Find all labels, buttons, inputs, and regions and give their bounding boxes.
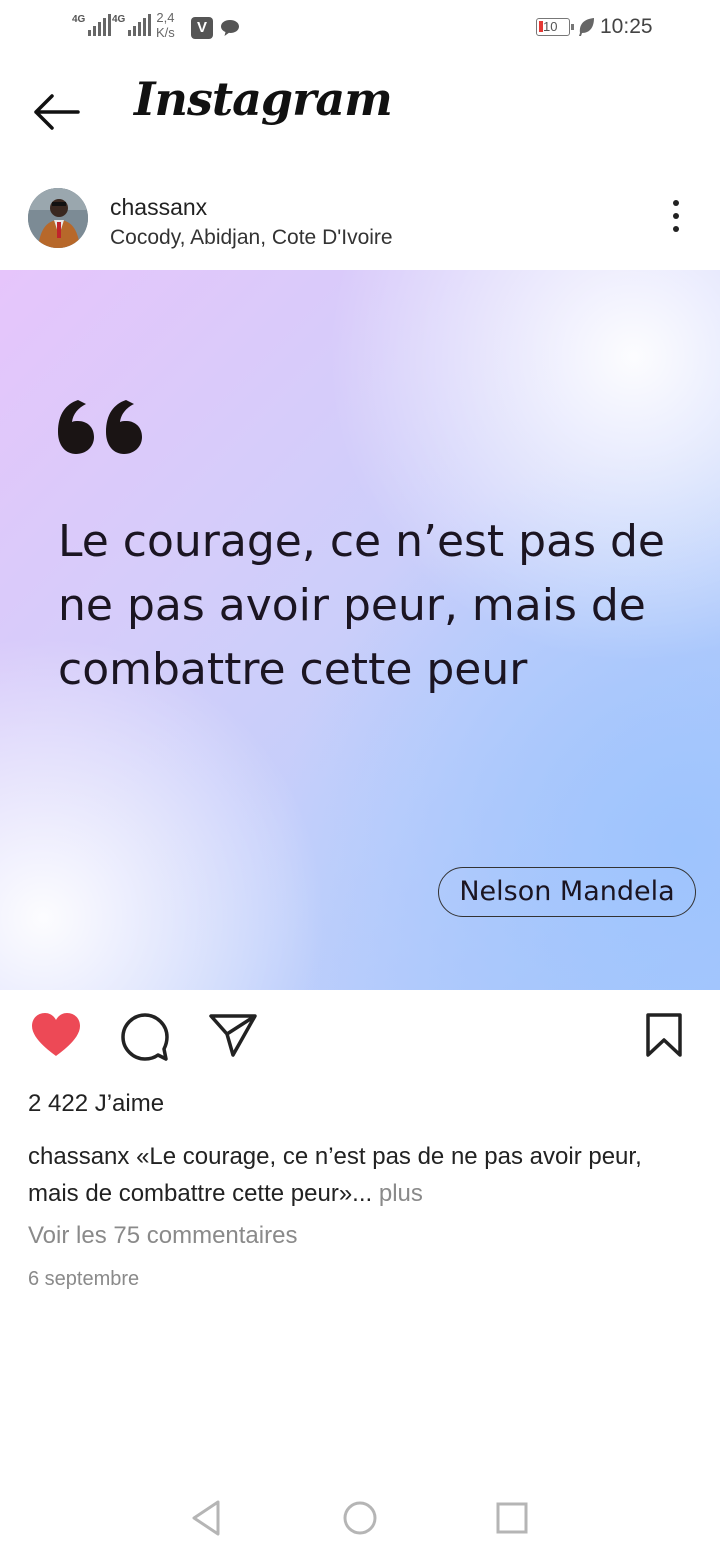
post-location[interactable]: Cocody, Abidjan, Cote D'Ivoire xyxy=(110,226,393,250)
like-heart-icon[interactable] xyxy=(30,1012,82,1058)
bookmark-icon[interactable] xyxy=(644,1012,684,1058)
speed-unit: K/s xyxy=(156,25,175,40)
post-header: chassanx Cocody, Abidjan, Cote D'Ivoire xyxy=(0,168,720,270)
quote-author: Nelson Mandela xyxy=(438,867,696,917)
battery-icon: 10 xyxy=(536,18,574,36)
network-speed: 2,4 K/s xyxy=(156,10,175,40)
signal-icon-2: 4G xyxy=(112,14,152,36)
nav-recents-icon[interactable] xyxy=(494,1498,530,1538)
leaf-icon xyxy=(579,18,594,36)
network-type-2: 4G xyxy=(112,14,126,25)
caption-more-link[interactable]: plus xyxy=(379,1180,423,1207)
avatar[interactable] xyxy=(28,188,88,248)
network-type-1: 4G xyxy=(72,14,86,25)
likes-count[interactable]: 2 422 J’aime xyxy=(28,1090,164,1118)
quote-mark-icon xyxy=(58,400,142,454)
nav-back-icon[interactable] xyxy=(188,1498,224,1538)
more-options-icon[interactable] xyxy=(664,200,688,240)
status-bar: 4G 4G 2,4 K/s V 10 10:25 xyxy=(0,0,720,56)
app-logo: Instagram xyxy=(134,72,393,126)
clock: 10:25 xyxy=(600,15,653,38)
app-header: Instagram xyxy=(0,56,720,168)
signal-icon: 4G xyxy=(72,14,112,36)
system-nav-bar xyxy=(0,1480,720,1560)
post-caption: chassanx «Le courage, ce n’est pas de ne… xyxy=(28,1138,688,1212)
speed-value: 2,4 xyxy=(156,10,175,25)
share-send-icon[interactable] xyxy=(208,1012,258,1058)
chat-icon xyxy=(221,20,239,36)
view-comments-link[interactable]: Voir les 75 commentaires xyxy=(28,1222,297,1250)
post-actions xyxy=(0,990,720,1080)
caption-username[interactable]: chassanx xyxy=(28,1143,129,1170)
post-username[interactable]: chassanx xyxy=(110,194,207,221)
post-date: 6 septembre xyxy=(28,1268,140,1290)
comment-icon[interactable] xyxy=(120,1012,170,1062)
quote-text: Le courage, ce n’est pas de ne pas avoir… xyxy=(58,516,665,695)
battery-level: 10 xyxy=(543,19,558,34)
back-arrow-icon[interactable] xyxy=(30,92,82,132)
post-image[interactable]: Le courage, ce n’est pas de ne pas avoir… xyxy=(0,270,720,990)
nav-home-icon[interactable] xyxy=(342,1498,378,1538)
v-app-icon: V xyxy=(191,17,213,39)
